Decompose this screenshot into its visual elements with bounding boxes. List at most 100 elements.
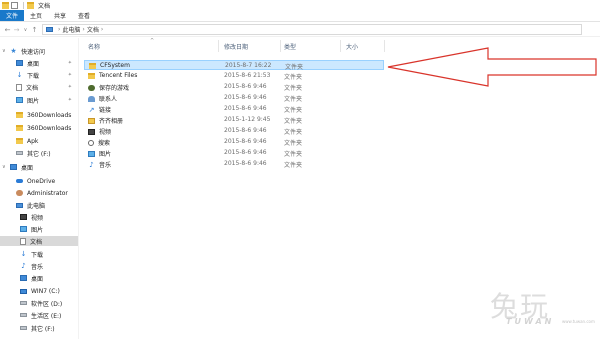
back-arrow-icon[interactable]: ← bbox=[3, 26, 12, 34]
table-row[interactable]: 保存的游戏 2015-8-6 9:46 文件夹 bbox=[84, 82, 384, 92]
title-bar: 文档 bbox=[0, 0, 600, 10]
nav-drive-f-quick[interactable]: 其它 (F:) bbox=[0, 148, 78, 158]
computer-icon bbox=[16, 202, 23, 208]
nav-360downloads-2[interactable]: 360Downloads bbox=[0, 123, 78, 133]
computer-icon bbox=[46, 27, 53, 32]
file-name-cell: ♪ 音乐 bbox=[88, 160, 111, 169]
column-separator[interactable] bbox=[218, 40, 219, 52]
nav-apk[interactable]: Apk bbox=[0, 136, 78, 146]
table-row[interactable]: CFSystem 2015-8-7 16:22 文件夹 bbox=[84, 60, 384, 71]
search-icon bbox=[88, 139, 94, 146]
nav-label: 360Downloads bbox=[27, 111, 72, 119]
desktop-icon bbox=[20, 275, 27, 281]
file-date: 2015-8-6 21:53 bbox=[224, 72, 271, 79]
address-row: ← → ∨ ↑ › 此电脑 › 文档 › bbox=[0, 23, 600, 37]
music-icon: ♪ bbox=[89, 160, 94, 169]
file-name: 保存的游戏 bbox=[99, 85, 130, 92]
file-date: 2015-8-6 9:46 bbox=[224, 127, 267, 134]
tab-share[interactable]: 共享 bbox=[48, 10, 72, 21]
nav-label: 此电脑 bbox=[27, 202, 46, 210]
column-separator[interactable] bbox=[280, 40, 281, 52]
nav-label: 文档 bbox=[26, 84, 39, 92]
table-row[interactable]: 视频 2015-8-6 9:46 文件夹 bbox=[84, 126, 384, 136]
breadcrumb-documents[interactable]: 文档 bbox=[87, 25, 99, 34]
table-row[interactable]: Tencent Files 2015-8-6 21:53 文件夹 bbox=[84, 71, 384, 81]
file-name: 齐齐相册 bbox=[99, 118, 124, 125]
desktop-icon bbox=[10, 164, 17, 170]
nav-onedrive[interactable]: OneDrive bbox=[0, 176, 78, 186]
file-name: 视频 bbox=[99, 129, 112, 136]
column-separator[interactable] bbox=[340, 40, 341, 52]
pin-icon: ✦ bbox=[67, 72, 72, 78]
breadcrumb-this-pc[interactable]: 此电脑 bbox=[62, 25, 80, 34]
column-header-date[interactable]: 修改日期 bbox=[224, 42, 248, 51]
nav-downloads-pinned[interactable]: ↓ 下载 ✦ bbox=[0, 70, 78, 80]
up-arrow-icon[interactable]: ↑ bbox=[30, 26, 39, 34]
ribbon-tabs: 文件 主页 共享 查看 bbox=[0, 10, 600, 22]
forward-arrow-icon[interactable]: → bbox=[12, 26, 21, 34]
nav-360downloads-1[interactable]: 360Downloads bbox=[0, 110, 78, 120]
file-type: 文件夹 bbox=[284, 85, 303, 92]
table-row[interactable]: 联系人 2015-8-6 9:46 文件夹 bbox=[84, 93, 384, 103]
nav-label: 软件区 (D:) bbox=[31, 300, 63, 308]
nav-label: 图片 bbox=[27, 97, 40, 105]
table-row[interactable]: 图片 2015-8-6 9:46 文件夹 bbox=[84, 148, 384, 158]
tab-home[interactable]: 主页 bbox=[24, 10, 48, 21]
properties-checkbox-icon[interactable] bbox=[11, 1, 18, 9]
document-icon bbox=[20, 237, 26, 245]
nav-videos[interactable]: 视频 bbox=[0, 212, 78, 222]
nav-music[interactable]: ♪ 音乐 bbox=[0, 261, 78, 271]
arrow-shape bbox=[387, 47, 597, 87]
nav-label: 快速访问 bbox=[21, 48, 46, 56]
nav-drive-d[interactable]: 软件区 (D:) bbox=[0, 298, 78, 308]
nav-label: 生活区 (E:) bbox=[31, 312, 62, 320]
nav-drive-c[interactable]: WIN7 (C:) bbox=[0, 286, 78, 296]
file-date: 2015-8-6 9:46 bbox=[224, 105, 267, 112]
sort-ascending-icon: ^ bbox=[150, 38, 155, 44]
chevron-down-icon[interactable]: ∨ bbox=[2, 48, 6, 54]
new-folder-icon[interactable] bbox=[27, 1, 34, 9]
nav-desktop[interactable]: 桌面 bbox=[0, 273, 78, 283]
nav-documents[interactable]: 文档 bbox=[0, 236, 78, 246]
column-header-name[interactable]: 名称 bbox=[88, 42, 100, 51]
chevron-down-icon[interactable]: ∨ bbox=[2, 164, 6, 170]
tab-file[interactable]: 文件 bbox=[0, 10, 25, 21]
download-icon: ↓ bbox=[20, 250, 27, 258]
desktop-icon bbox=[16, 60, 23, 66]
nav-desktop-pinned[interactable]: 桌面 ✦ bbox=[0, 58, 78, 68]
tab-view[interactable]: 查看 bbox=[72, 10, 96, 21]
recent-dropdown-icon[interactable]: ∨ bbox=[21, 27, 30, 33]
file-type: 文件夹 bbox=[284, 74, 303, 81]
nav-quick-access[interactable]: ∨ ★ 快速访问 bbox=[0, 46, 78, 56]
nav-pictures-pinned[interactable]: 图片 ✦ bbox=[0, 95, 78, 105]
document-icon bbox=[16, 83, 22, 91]
table-row[interactable]: 搜索 2015-8-6 9:46 文件夹 bbox=[84, 137, 384, 147]
nav-drive-f[interactable]: 其它 (F:) bbox=[0, 323, 78, 333]
file-type: 文件夹 bbox=[284, 162, 303, 169]
nav-label: 桌面 bbox=[31, 275, 44, 283]
nav-label: Apk bbox=[27, 137, 39, 145]
table-row[interactable]: 齐齐相册 2015-1-12 9:45 文件夹 bbox=[84, 115, 384, 125]
column-header-type[interactable]: 类型 bbox=[284, 42, 296, 51]
red-arrow-annotation bbox=[387, 47, 597, 87]
file-type: 文件夹 bbox=[284, 129, 303, 136]
column-header-size[interactable]: 大小 bbox=[346, 42, 358, 51]
folder-icon bbox=[89, 62, 96, 69]
pane-divider[interactable] bbox=[78, 38, 79, 339]
nav-drive-e[interactable]: 生活区 (E:) bbox=[0, 310, 78, 320]
nav-downloads[interactable]: ↓ 下载 bbox=[0, 249, 78, 259]
file-type: 文件夹 bbox=[284, 118, 303, 125]
file-date: 2015-1-12 9:45 bbox=[224, 116, 271, 123]
table-row[interactable]: ↗ 链接 2015-8-6 9:46 文件夹 bbox=[84, 104, 384, 114]
file-date: 2015-8-6 9:46 bbox=[224, 149, 267, 156]
table-row[interactable]: ♪ 音乐 2015-8-6 9:46 文件夹 bbox=[84, 159, 384, 169]
address-bar[interactable]: › 此电脑 › 文档 › bbox=[42, 24, 582, 35]
nav-pictures[interactable]: 图片 bbox=[0, 224, 78, 234]
nav-documents-pinned[interactable]: 文档 ✦ bbox=[0, 82, 78, 92]
nav-this-pc[interactable]: 此电脑 bbox=[0, 200, 78, 210]
pin-icon: ✦ bbox=[67, 84, 72, 90]
file-name-cell: 图片 bbox=[88, 149, 111, 158]
nav-desktop-root[interactable]: ∨ 桌面 bbox=[0, 162, 78, 172]
file-date: 2015-8-6 9:46 bbox=[224, 83, 267, 90]
nav-administrator[interactable]: Administrator bbox=[0, 188, 78, 198]
